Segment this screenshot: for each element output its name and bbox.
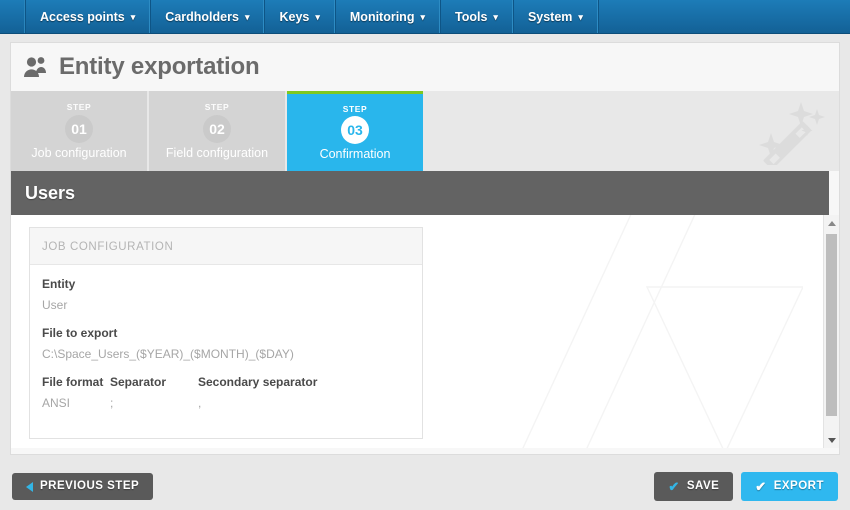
wizard-step-03[interactable]: STEP 03 Confirmation [287,91,423,171]
page-title: Entity exportation [59,53,260,80]
step-kicker: STEP [66,102,92,112]
page-shell: Entity exportation STEP 01 Job configura… [0,34,850,510]
field-value-file-format: ANSI [42,396,71,410]
navbar-left-spacer [0,0,25,33]
nav-item-label: System [527,9,573,24]
nav-item-cardholders[interactable]: Cardholders ▾ [150,0,265,33]
chevron-down-icon: ▾ [130,12,136,22]
field-value-secondary-separator: , [198,396,202,410]
nav-item-label: Cardholders [165,9,239,24]
footer-actions: PREVIOUS STEP ✔ SAVE ✔ EXPORT [0,463,850,510]
field-value-entity: User [42,298,68,312]
check-icon: ✔ [755,479,767,494]
previous-step-button[interactable]: PREVIOUS STEP [12,472,154,501]
step-number: 02 [203,114,231,143]
export-button[interactable]: ✔ EXPORT [741,472,838,501]
scroll-down-arrow-icon [827,437,836,443]
field-value-separator: ; [110,396,114,410]
nav-item-tools[interactable]: Tools ▾ [440,0,513,33]
save-label: SAVE [686,479,720,492]
card-header: JOB CONFIGURATION [30,228,422,265]
step-number: 01 [65,114,93,143]
chevron-down-icon: ▾ [578,12,583,22]
job-configuration-card: JOB CONFIGURATION Entity User File to ex… [29,227,423,439]
nav-item-label: Access points [40,9,125,24]
wizard-step-02[interactable]: STEP 02 Field configuration [149,91,285,171]
nav-item-label: Keys [279,9,310,24]
format-values-row: ANSI ; , [42,396,410,424]
nav-item-monitoring[interactable]: Monitoring ▾ [334,0,440,33]
chevron-down-icon: ▾ [315,12,320,22]
content-scrollbar[interactable] [823,215,839,448]
main-navbar: Access points ▾ Cardholders ▾ Keys ▾ Mon… [0,0,850,34]
chevron-down-icon: ▾ [244,12,250,22]
field-value-file-to-export: C:\Space_Users_($YEAR)_($MONTH)_($DAY) [42,347,294,361]
nav-item-access-points[interactable]: Access points ▾ [25,0,151,33]
nav-item-label: Tools [455,9,488,24]
card-body: Entity User File to export C:\Space_User… [30,265,422,438]
chevron-down-icon: ▾ [420,12,425,22]
wizard-steps: STEP 01 Job configuration STEP 02 Field … [11,91,839,171]
wizard-step-01[interactable]: STEP 01 Job configuration [11,91,147,171]
field-label-file-to-export: File to export [42,326,118,340]
step-number: 03 [341,116,369,144]
field-label-entity: Entity [42,277,76,291]
field-label-separator: Separator [110,375,167,389]
nav-item-keys[interactable]: Keys ▾ [264,0,335,33]
users-icon [24,57,46,77]
content-panel: Entity exportation STEP 01 Job configura… [10,42,840,455]
magic-wand-icon [759,102,825,165]
scroll-down-button[interactable] [824,432,839,448]
save-button[interactable]: ✔ SAVE [654,472,734,501]
step-kicker: STEP [204,102,230,112]
card-header-title: JOB CONFIGURATION [42,241,174,253]
scrollbar-thumb[interactable] [826,234,837,416]
step-label: Field configuration [165,145,269,160]
export-label: EXPORT [773,479,824,492]
scroll-up-arrow-icon [827,220,836,226]
nav-item-label: Monitoring [349,9,415,24]
field-label-file-format: File format [42,375,104,389]
check-icon: ✔ [668,479,680,494]
step-label: Job configuration [31,145,127,160]
background-watermark [522,215,803,448]
section-title: Users [25,182,76,203]
footer-right-group: ✔ SAVE ✔ EXPORT [654,472,838,501]
section-header-users: Users [11,171,829,215]
scroll-up-button[interactable] [824,215,839,231]
content-area: JOB CONFIGURATION Entity User File to ex… [11,215,839,448]
step-label: Confirmation [319,147,391,161]
chevron-down-icon: ▾ [493,12,498,22]
field-label-secondary-separator: Secondary separator [198,375,318,389]
format-labels-row: File format Separator Secondary separato… [42,375,410,396]
nav-item-system[interactable]: System ▾ [512,0,598,33]
step-kicker: STEP [342,103,368,114]
navbar-fill [597,0,850,33]
chevron-left-icon [26,481,33,492]
page-title-bar: Entity exportation [11,43,839,91]
previous-step-label: PREVIOUS STEP [40,479,140,492]
